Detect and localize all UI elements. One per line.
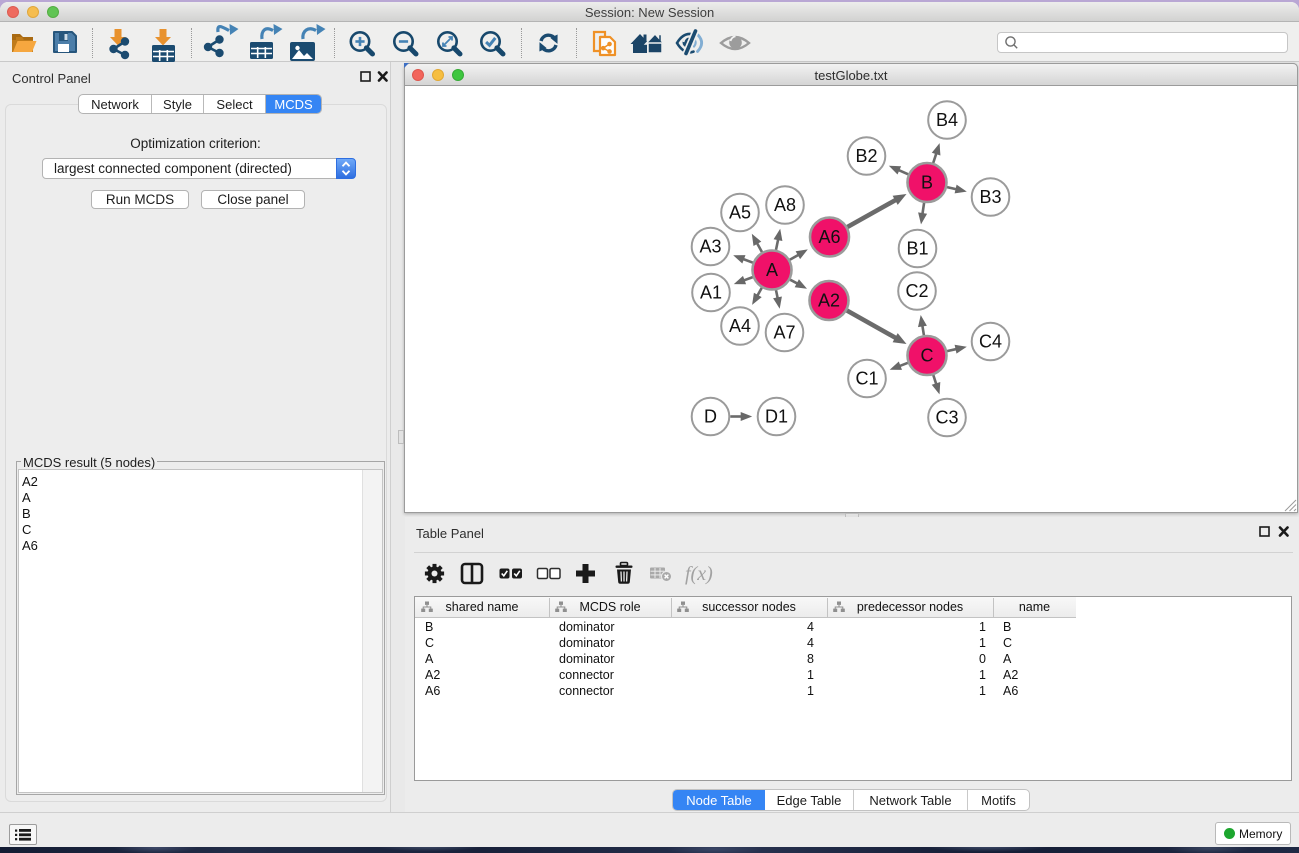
svg-text:C2: C2: [905, 281, 928, 301]
svg-text:C4: C4: [979, 332, 1002, 352]
svg-text:A5: A5: [729, 203, 751, 223]
svg-text:D1: D1: [765, 407, 788, 427]
svg-text:A3: A3: [699, 237, 721, 257]
svg-text:C: C: [921, 346, 934, 366]
svg-text:C1: C1: [855, 369, 878, 389]
svg-text:B1: B1: [906, 239, 928, 259]
svg-text:B4: B4: [936, 110, 958, 130]
svg-text:B3: B3: [979, 187, 1001, 207]
svg-text:A2: A2: [818, 291, 840, 311]
svg-text:C3: C3: [935, 408, 958, 428]
svg-text:A: A: [766, 260, 778, 280]
svg-text:B2: B2: [855, 146, 877, 166]
svg-text:B: B: [921, 173, 933, 193]
svg-text:A8: A8: [774, 195, 796, 215]
svg-text:f(x): f(x): [685, 563, 713, 585]
svg-text:A4: A4: [729, 316, 751, 336]
svg-text:A6: A6: [818, 227, 840, 247]
svg-text:D: D: [704, 407, 717, 427]
svg-text:A7: A7: [773, 323, 795, 343]
svg-text:A1: A1: [700, 283, 722, 303]
